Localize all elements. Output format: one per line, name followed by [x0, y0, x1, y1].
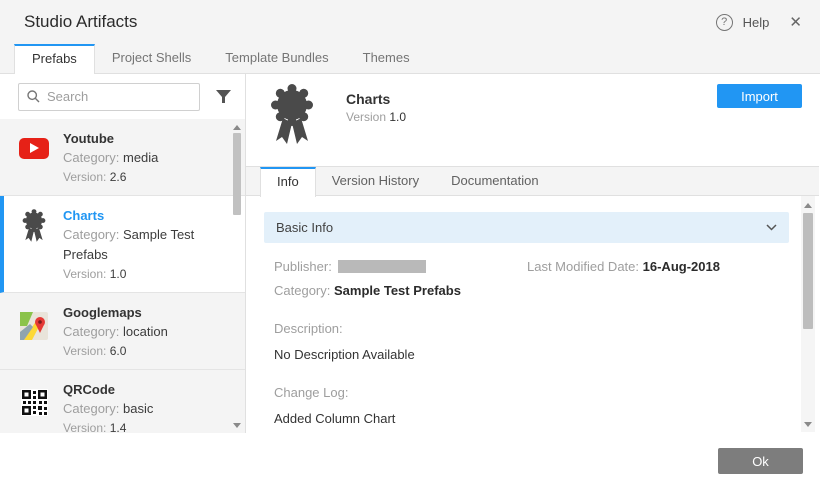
studio-artifacts-dialog: Studio Artifacts ? Help ✕ Prefabs Projec… — [0, 0, 820, 488]
publisher-label: Publisher: — [274, 259, 332, 274]
changelog-value: Added Column Chart — [264, 411, 789, 426]
detail-header: Charts Version 1.0 Import — [246, 74, 819, 167]
map-icon — [20, 312, 48, 340]
import-button[interactable]: Import — [717, 84, 802, 108]
detail-version-value: 1.0 — [389, 110, 406, 124]
basic-info-section-header[interactable]: Basic Info — [264, 212, 789, 243]
item-name: Youtube — [63, 128, 158, 148]
description-label: Description: — [264, 321, 789, 336]
search-icon — [27, 90, 40, 103]
version-label: Version: — [63, 170, 106, 184]
artifact-type-tabbar: Prefabs Project Shells Template Bundles … — [0, 44, 820, 74]
scroll-thumb[interactable] — [233, 133, 241, 215]
ok-button[interactable]: Ok — [718, 448, 803, 474]
version-value: 1.0 — [110, 267, 127, 281]
list-item-youtube[interactable]: Youtube Category: media Version: 2.6 — [0, 119, 245, 196]
last-modified-label: Last Modified Date: — [527, 259, 639, 274]
version-value: 2.6 — [110, 170, 127, 184]
dialog-footer: Ok — [0, 433, 820, 488]
sidebar: Youtube Category: media Version: 2.6 — [0, 74, 246, 433]
version-value: 1.4 — [110, 421, 127, 433]
category-value: basic — [123, 401, 153, 416]
detail-tabbar: Info Version History Documentation — [246, 167, 819, 196]
scroll-down-icon[interactable] — [231, 419, 243, 431]
tab-info[interactable]: Info — [260, 167, 316, 197]
page-title: Studio Artifacts — [24, 12, 137, 32]
award-icon — [21, 209, 47, 243]
search-box[interactable] — [18, 83, 200, 111]
publisher-redacted-value — [338, 260, 426, 273]
sidebar-scrollbar[interactable] — [231, 119, 243, 433]
item-name: Googlemaps — [63, 302, 168, 322]
help-link[interactable]: Help — [743, 15, 770, 30]
scroll-up-icon[interactable] — [802, 199, 814, 211]
category-label: Category: — [63, 150, 119, 165]
tab-documentation[interactable]: Documentation — [435, 167, 554, 196]
section-title: Basic Info — [276, 220, 333, 235]
filter-icon[interactable] — [216, 90, 231, 104]
youtube-icon — [19, 138, 49, 159]
tab-project-shells[interactable]: Project Shells — [95, 44, 208, 74]
close-icon[interactable]: ✕ — [789, 13, 802, 31]
category-value: Sample Test Prefabs — [334, 283, 461, 298]
info-tab-content: Basic Info Publisher: Last Modified Date… — [246, 196, 819, 432]
chevron-down-icon — [766, 224, 777, 231]
category-label: Category: — [63, 401, 119, 416]
list-item-charts[interactable]: Charts Category: Sample Test Prefabs Ver… — [0, 196, 245, 293]
detail-version-label: Version — [346, 110, 386, 124]
list-item-googlemaps[interactable]: Googlemaps Category: location Version: 6… — [0, 293, 245, 370]
version-label: Version: — [63, 267, 106, 281]
qrcode-icon — [21, 389, 48, 416]
help-icon[interactable]: ? — [716, 14, 733, 31]
detail-title: Charts — [346, 91, 390, 107]
category-value: media — [123, 150, 158, 165]
tab-template-bundles[interactable]: Template Bundles — [208, 44, 345, 74]
award-icon — [268, 84, 316, 146]
category-label: Category: — [274, 283, 330, 298]
description-value: No Description Available — [264, 347, 789, 362]
category-label: Category: — [63, 324, 119, 339]
tab-prefabs[interactable]: Prefabs — [14, 44, 95, 75]
scroll-down-icon[interactable] — [802, 418, 814, 430]
dialog-header: Studio Artifacts ? Help ✕ — [0, 0, 820, 44]
detail-panel: Charts Version 1.0 Import Info Version H… — [246, 74, 819, 433]
last-modified-value: 16-Aug-2018 — [643, 259, 720, 274]
scroll-up-icon[interactable] — [231, 121, 243, 133]
tab-themes[interactable]: Themes — [346, 44, 427, 74]
version-label: Version: — [63, 421, 106, 433]
changelog-label: Change Log: — [264, 385, 789, 400]
category-label: Category: — [63, 227, 119, 242]
scroll-thumb[interactable] — [803, 213, 813, 329]
tab-version-history[interactable]: Version History — [316, 167, 435, 196]
search-input[interactable] — [47, 89, 187, 104]
content-scrollbar[interactable] — [801, 196, 815, 432]
item-name: Charts — [63, 205, 219, 225]
version-value: 6.0 — [110, 344, 127, 358]
category-value: location — [123, 324, 168, 339]
list-item-qrcode[interactable]: QRCode Category: basic Version: 1.4 — [0, 370, 245, 433]
version-label: Version: — [63, 344, 106, 358]
prefab-list: Youtube Category: media Version: 2.6 — [0, 119, 245, 433]
item-name: QRCode — [63, 379, 153, 399]
